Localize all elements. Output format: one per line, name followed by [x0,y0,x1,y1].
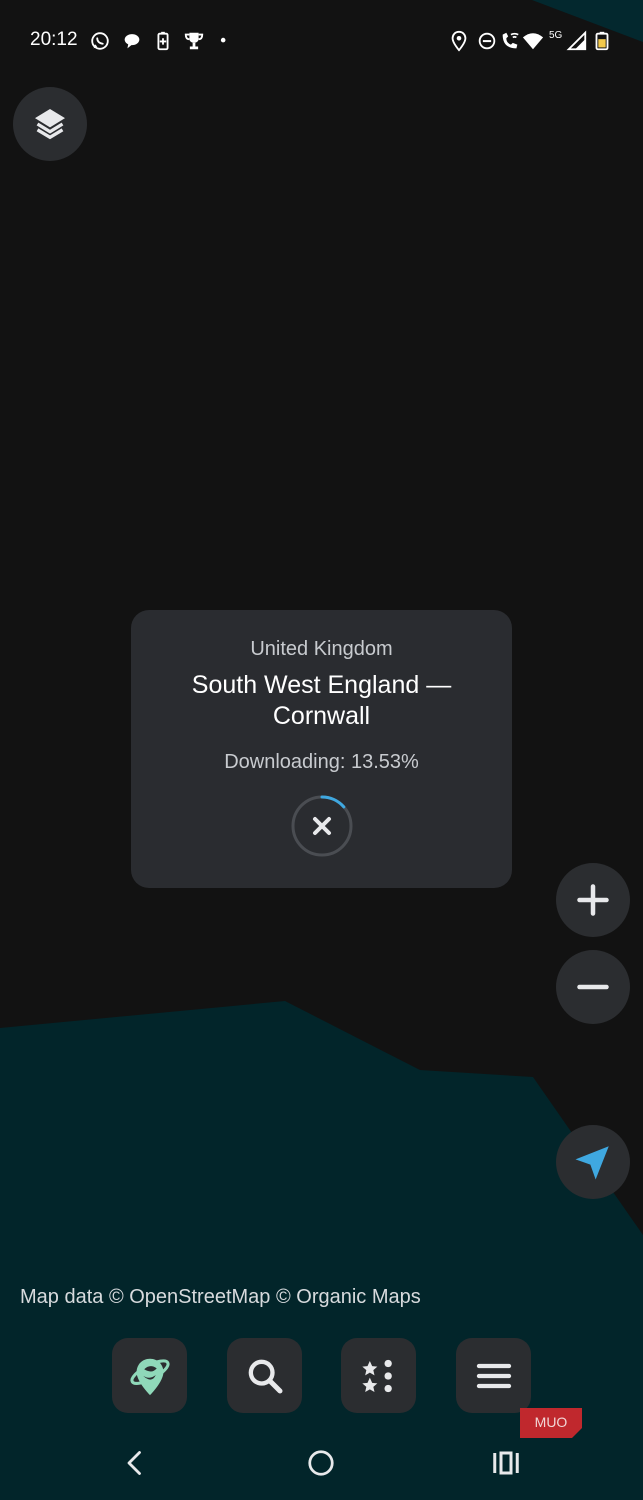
search-icon [248,1359,282,1393]
recents-icon [493,1451,519,1475]
download-dialog: United Kingdom South West England — Corn… [131,610,512,888]
layers-icon [35,109,65,140]
download-progress-text: Downloading: 13.53% [224,751,419,773]
progress-arc [320,795,346,809]
trophy-icon [184,32,204,50]
dot-icon [220,37,226,43]
battery-icon [595,31,609,51]
organic-maps-logo-icon [129,1358,170,1395]
home-icon [308,1450,334,1476]
bookmarks-icon [361,1359,392,1392]
battery-saver-icon [157,31,169,51]
system-back-button[interactable] [111,1440,161,1486]
cancel-download-button[interactable] [290,794,354,858]
chat-bubble-icon [124,34,140,49]
network-type-label: 5G [549,30,563,41]
discover-button[interactable] [112,1338,187,1413]
whatsapp-icon [91,32,109,50]
menu-button[interactable] [456,1338,531,1413]
zoom-in-button[interactable] [556,863,630,937]
signal-icon [566,30,587,51]
navigation-arrow-icon [575,1146,609,1180]
status-time: 20:12 [30,29,78,50]
minus-icon [577,984,609,990]
zoom-out-button[interactable] [556,950,630,1024]
watermark-text: MUO [535,1414,568,1430]
location-icon [451,30,467,52]
system-home-button[interactable] [296,1440,346,1486]
menu-icon [476,1363,511,1388]
search-button[interactable] [227,1338,302,1413]
status-bar: 20:12 5G [0,0,643,80]
close-icon [313,817,331,835]
muo-watermark: MUO [520,1408,582,1438]
wifi-calling-icon [502,32,519,49]
plus-icon [577,884,609,916]
download-region-title: South West England — Cornwall [191,671,452,730]
download-country: United Kingdom [250,638,393,660]
bookmarks-button[interactable] [341,1338,416,1413]
wifi-icon [522,33,544,50]
map-attribution[interactable]: Map data © OpenStreetMap © Organic Maps [20,1286,421,1309]
system-recents-button[interactable] [481,1440,531,1486]
do-not-disturb-icon [478,32,496,50]
layers-button[interactable] [13,87,87,161]
back-icon [127,1451,141,1475]
my-position-button[interactable] [556,1125,630,1199]
